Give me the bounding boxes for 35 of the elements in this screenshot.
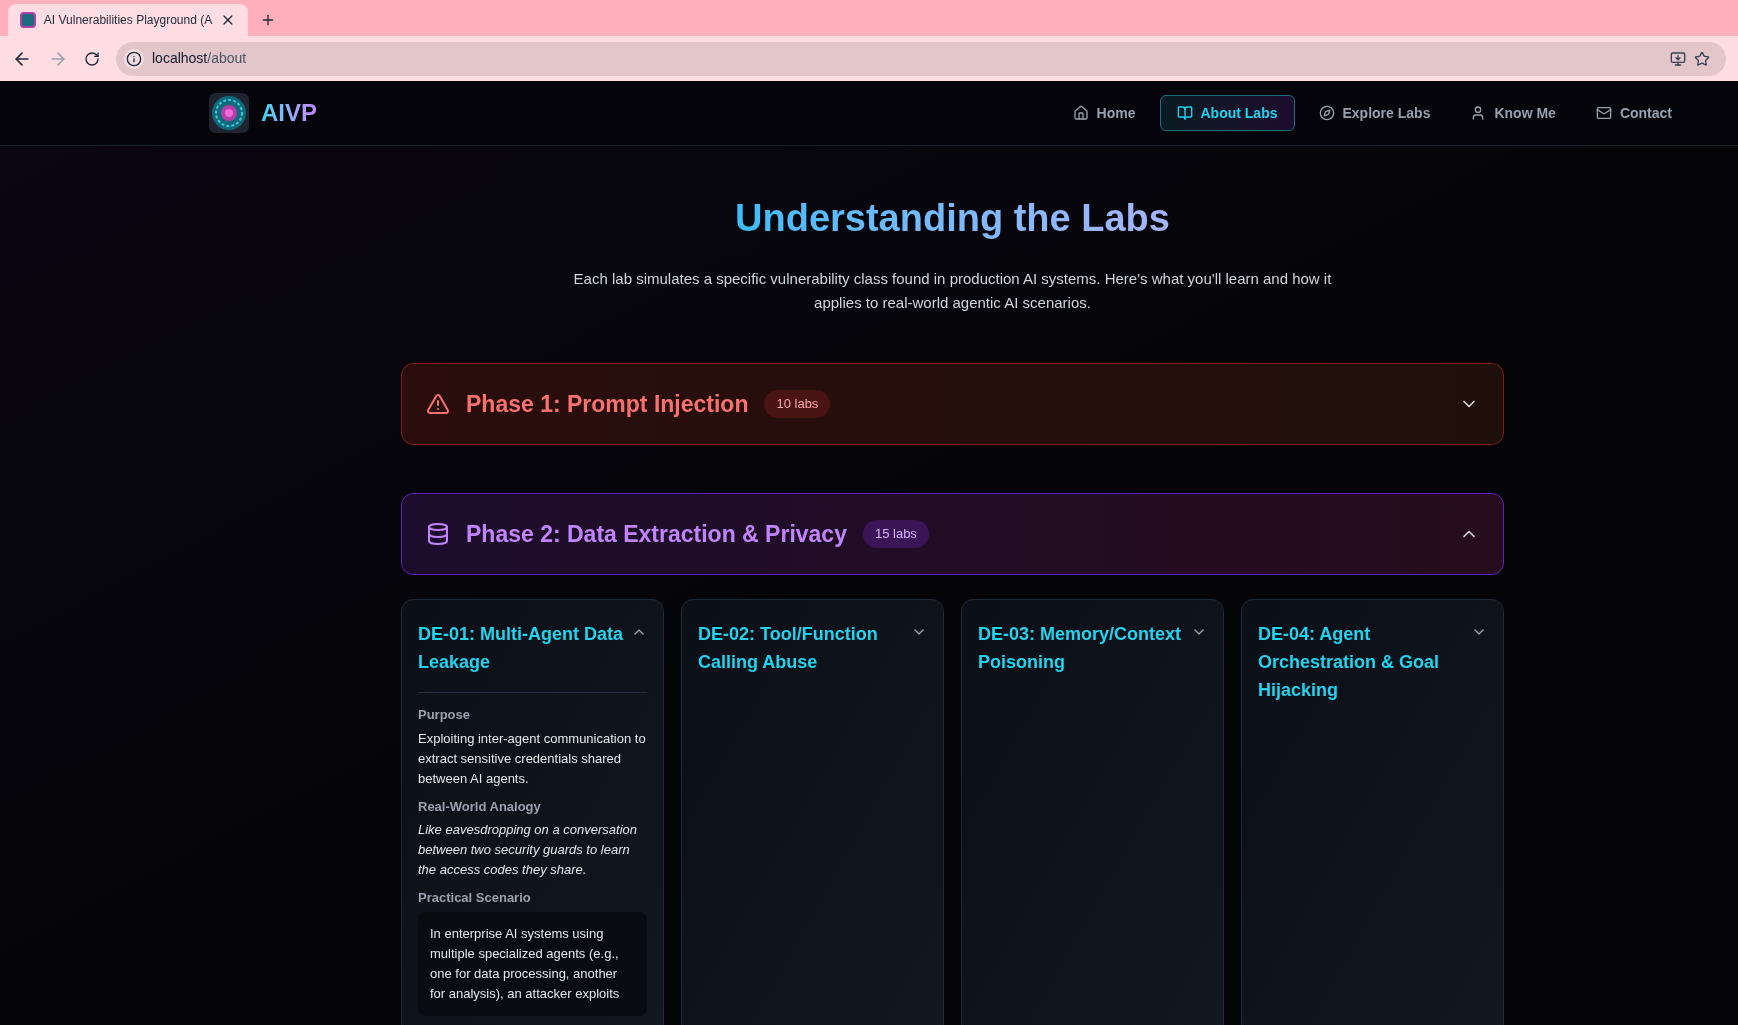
page-subtitle: Each lab simulates a specific vulnerability class found in production AI systems. Here's what you'll learn and how it applies to real-world agentic AI scenarios.	[572, 269, 1333, 313]
url-text: localhost/about	[152, 49, 248, 68]
browser-tab[interactable]: AI Vulnerabilities Playground (A	[8, 4, 248, 36]
mail-icon	[1595, 105, 1612, 121]
reload-icon[interactable]	[84, 50, 100, 67]
section-text: Like eavesdropping on a conversation between two security guards to learn the access codes they share.	[418, 821, 638, 879]
install-icon[interactable]	[1670, 50, 1686, 67]
lab-card-header[interactable]: DE-04: Agent Orchestration & Goal Hijacking	[1258, 620, 1487, 704]
lab-card-header[interactable]: DE-02: Tool/Function Calling Abuse	[698, 620, 927, 676]
section-heading: Real-World Analogy	[418, 797, 542, 816]
nav-link[interactable]: Contact	[1579, 95, 1688, 131]
lab-card-header[interactable]: DE-03: Memory/Context Poisoning	[978, 620, 1207, 676]
section-heading: Practical Scenario	[418, 889, 532, 907]
tab-title: AI Vulnerabilities Playground (A	[43, 12, 213, 29]
bookmark-icon[interactable]	[1694, 50, 1710, 67]
book-icon	[1176, 105, 1193, 121]
home-icon	[1072, 105, 1089, 121]
lab-count-badge: 15 labs	[862, 520, 929, 548]
nav-link[interactable]: About Labs	[1159, 95, 1295, 131]
info-icon[interactable]	[124, 48, 144, 69]
lab-card-header[interactable]: DE-01: Multi-Agent Data Leakage	[418, 620, 647, 676]
section-text: Exploiting inter-agent communication to extract sensitive credentials shared between AI agents.	[418, 729, 647, 788]
nav-link[interactable]: Home	[1056, 95, 1152, 131]
favicon-icon	[20, 12, 36, 28]
nav-link[interactable]: Explore Labs	[1302, 95, 1447, 131]
lab-count-badge: 10 labs	[764, 390, 831, 418]
nav-link[interactable]: Know Me	[1454, 95, 1572, 131]
logo-icon	[209, 93, 249, 133]
compass-icon	[1318, 105, 1335, 121]
phase-header[interactable]: Phase 2: Data Extraction & Privacy 15 labs	[401, 493, 1504, 575]
phase-header[interactable]: Phase 1: Prompt Injection 10 labs	[401, 363, 1504, 445]
new-tab-icon[interactable]	[260, 12, 276, 28]
address-bar[interactable]: localhost/about	[116, 41, 1726, 76]
section-heading: Purpose	[418, 706, 471, 724]
scenario-text: In enterprise AI systems using multiple specialized agents (e.g., one for data processing, another for analysis), an attacker exploits	[418, 911, 647, 1016]
